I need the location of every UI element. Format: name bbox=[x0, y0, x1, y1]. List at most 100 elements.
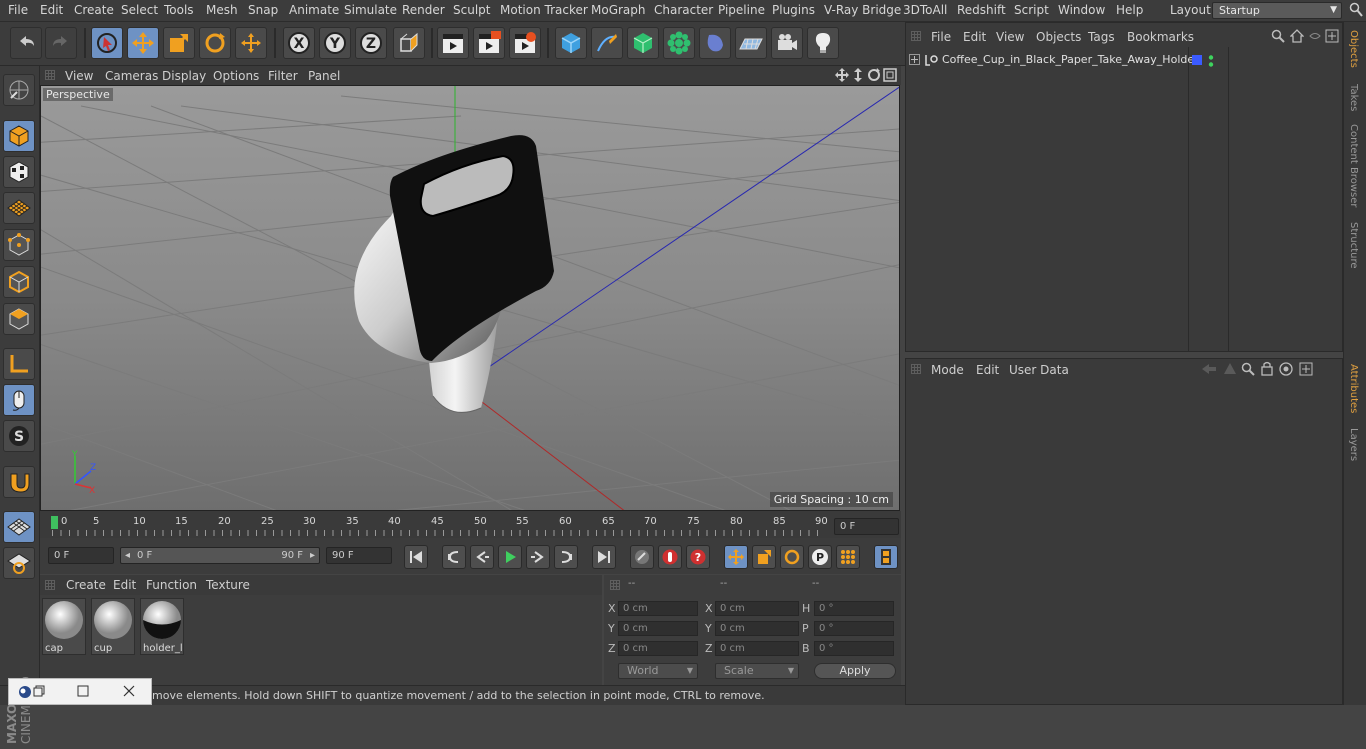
object-row[interactable]: Coffee_Cup_in_Black_Paper_Take_Away_Hold… bbox=[906, 51, 1214, 69]
transform-tool-button[interactable] bbox=[235, 27, 267, 59]
arrow-left-icon[interactable] bbox=[1201, 362, 1217, 379]
camera-object-button[interactable] bbox=[771, 27, 803, 59]
workplane-snap-button[interactable] bbox=[3, 547, 35, 579]
menu-window[interactable]: Window bbox=[1058, 3, 1105, 17]
visibility-dots-icon[interactable] bbox=[1208, 54, 1214, 71]
current-frame-field[interactable]: 0 F bbox=[834, 518, 899, 535]
workplane-mode-button[interactable] bbox=[3, 192, 35, 224]
layout-select[interactable]: Startup ▼ bbox=[1212, 2, 1342, 19]
pos-y-field[interactable]: 0 cm bbox=[618, 621, 698, 636]
vp-menu-filter[interactable]: Filter bbox=[268, 69, 298, 83]
maximize-view-icon[interactable] bbox=[883, 68, 897, 85]
frame-range-slider[interactable]: ◂ 0 F 90 F ▸ bbox=[120, 547, 320, 564]
timeline-window-button[interactable] bbox=[874, 545, 898, 569]
target-icon[interactable] bbox=[1279, 362, 1293, 379]
material-cup[interactable]: cup bbox=[91, 598, 135, 655]
render-settings-button[interactable] bbox=[509, 27, 541, 59]
enable-snap-button[interactable] bbox=[3, 511, 35, 543]
auto-keying-button[interactable] bbox=[658, 545, 682, 569]
undo-button[interactable] bbox=[10, 27, 42, 59]
search-icon[interactable] bbox=[1241, 362, 1255, 379]
menu-select[interactable]: Select bbox=[121, 3, 158, 17]
move-tool-button[interactable] bbox=[127, 27, 159, 59]
menu-mesh[interactable]: Mesh bbox=[206, 3, 238, 17]
key-position-button[interactable] bbox=[724, 545, 748, 569]
menu-motion-tracker[interactable]: Motion Tracker bbox=[500, 3, 588, 17]
attr-menu-mode[interactable]: Mode bbox=[931, 363, 964, 377]
rot-p-field[interactable]: 0 ° bbox=[814, 621, 894, 636]
axis-mode-button[interactable] bbox=[3, 348, 35, 380]
redo-button[interactable] bbox=[45, 27, 77, 59]
mat-menu-create[interactable]: Create bbox=[66, 578, 106, 592]
menu-tools[interactable]: Tools bbox=[164, 3, 194, 17]
menu-create[interactable]: Create bbox=[74, 3, 114, 17]
menu-render[interactable]: Render bbox=[402, 3, 445, 17]
tab-takes[interactable]: Takes bbox=[1348, 84, 1359, 111]
vp-menu-cameras[interactable]: Cameras bbox=[105, 69, 158, 83]
key-point-level-button[interactable] bbox=[836, 545, 860, 569]
points-mode-button[interactable] bbox=[3, 229, 35, 261]
previous-key-button[interactable] bbox=[442, 545, 466, 569]
render-to-picture-viewer-button[interactable] bbox=[473, 27, 505, 59]
obj-menu-bookmarks[interactable]: Bookmarks bbox=[1127, 30, 1194, 44]
attr-menu-user-data[interactable]: User Data bbox=[1009, 363, 1069, 377]
solo-button[interactable]: S bbox=[3, 420, 35, 452]
mat-menu-edit[interactable]: Edit bbox=[113, 578, 136, 592]
maximize-icon[interactable] bbox=[77, 685, 89, 700]
coord-mode-select[interactable]: World ▼ bbox=[618, 663, 698, 679]
menu-redshift[interactable]: Redshift bbox=[957, 3, 1006, 17]
menu-snap[interactable]: Snap bbox=[248, 3, 278, 17]
menu-mograph[interactable]: MoGraph bbox=[591, 3, 646, 17]
keyframe-selection-button[interactable]: ? bbox=[686, 545, 710, 569]
menu-simulate[interactable]: Simulate bbox=[344, 3, 397, 17]
restore-icon[interactable] bbox=[33, 685, 45, 700]
next-frame-button[interactable] bbox=[526, 545, 550, 569]
mat-menu-function[interactable]: Function bbox=[146, 578, 197, 592]
size-x-field[interactable]: 0 cm bbox=[715, 601, 799, 616]
vp-menu-display[interactable]: Display bbox=[162, 69, 206, 83]
pos-z-field[interactable]: 0 cm bbox=[618, 641, 698, 656]
menu-file[interactable]: File bbox=[8, 3, 28, 17]
rot-b-field[interactable]: 0 ° bbox=[814, 641, 894, 656]
pen-spline-button[interactable] bbox=[591, 27, 623, 59]
menu-animate[interactable]: Animate bbox=[289, 3, 339, 17]
material-holder[interactable]: holder_l bbox=[140, 598, 184, 655]
search-icon[interactable] bbox=[1271, 29, 1285, 46]
model-mode-button[interactable] bbox=[3, 120, 35, 152]
floor-object-button[interactable] bbox=[735, 27, 767, 59]
size-y-field[interactable]: 0 cm bbox=[715, 621, 799, 636]
menu-pipeline[interactable]: Pipeline bbox=[718, 3, 765, 17]
obj-menu-edit[interactable]: Edit bbox=[963, 30, 986, 44]
edges-mode-button[interactable] bbox=[3, 266, 35, 298]
polygons-mode-button[interactable] bbox=[3, 303, 35, 335]
size-mode-select[interactable]: Scale ▼ bbox=[715, 663, 799, 679]
home-icon[interactable] bbox=[1289, 29, 1305, 46]
end-frame-field[interactable]: 90 F bbox=[326, 547, 392, 564]
deformer-button[interactable] bbox=[699, 27, 731, 59]
new-view-icon[interactable] bbox=[1299, 362, 1313, 379]
arrow-up-icon[interactable] bbox=[1223, 362, 1237, 379]
timeline-ruler[interactable]: 0 5 10 15 20 25 30 35 40 45 50 55 60 65 … bbox=[40, 511, 901, 538]
pan-view-icon[interactable] bbox=[835, 68, 849, 85]
key-scale-button[interactable] bbox=[752, 545, 776, 569]
tab-content-browser[interactable]: Content Browser bbox=[1348, 124, 1359, 207]
viewport-perspective[interactable]: Y Z X Perspective Grid Spacing : 10 cm bbox=[40, 85, 900, 511]
menu-3dtoall[interactable]: 3DToAll bbox=[903, 3, 947, 17]
subdivision-surface-button[interactable] bbox=[627, 27, 659, 59]
texture-mode-button[interactable] bbox=[3, 156, 35, 188]
go-to-start-button[interactable] bbox=[404, 545, 428, 569]
playhead-marker[interactable] bbox=[51, 516, 58, 529]
close-icon[interactable] bbox=[123, 685, 135, 700]
cloner-button[interactable] bbox=[663, 27, 695, 59]
layer-color-swatch[interactable] bbox=[1192, 55, 1202, 65]
key-parameter-button[interactable]: P bbox=[808, 545, 832, 569]
vp-menu-options[interactable]: Options bbox=[213, 69, 259, 83]
mat-menu-texture[interactable]: Texture bbox=[206, 578, 250, 592]
back-icon[interactable] bbox=[1308, 29, 1322, 46]
obj-menu-file[interactable]: File bbox=[931, 30, 951, 44]
size-z-field[interactable]: 0 cm bbox=[715, 641, 799, 656]
z-axis-lock-button[interactable]: Z bbox=[355, 27, 387, 59]
y-axis-lock-button[interactable]: Y bbox=[319, 27, 351, 59]
live-selection-button[interactable] bbox=[91, 27, 123, 59]
menu-edit[interactable]: Edit bbox=[40, 3, 63, 17]
